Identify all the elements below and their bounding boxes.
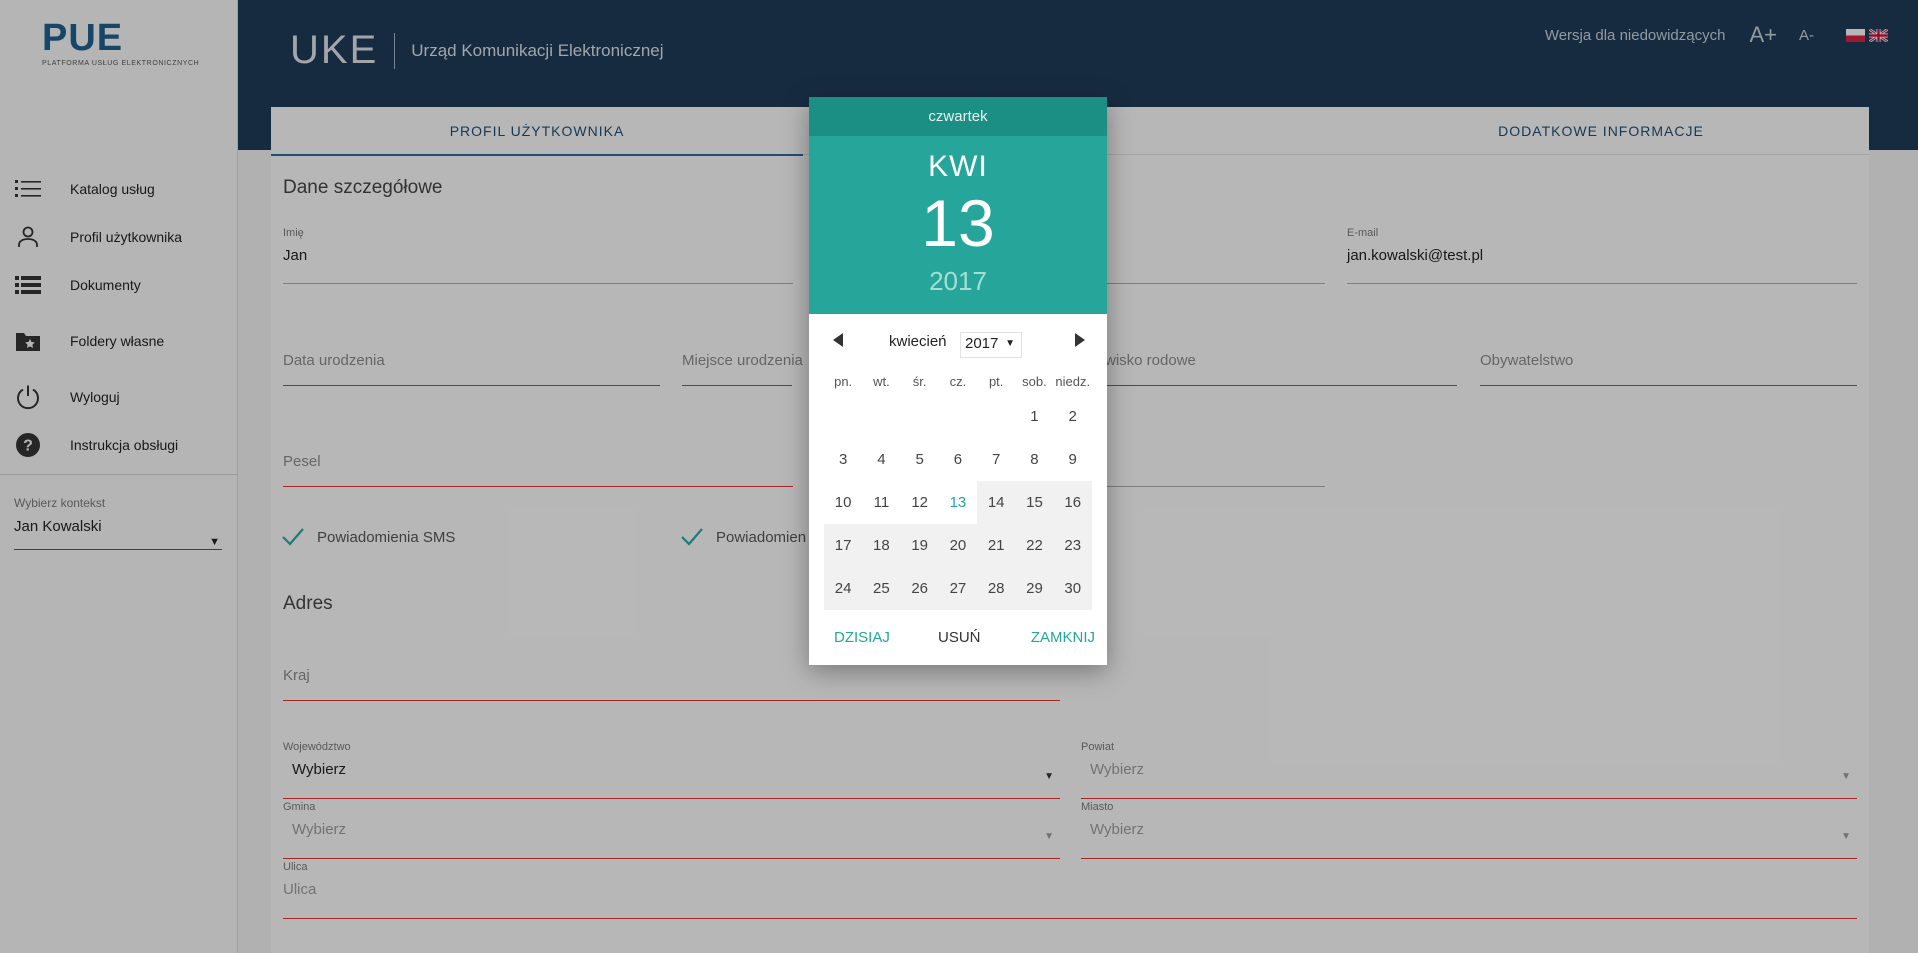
weekday-label: niedz. bbox=[1055, 373, 1091, 389]
weekday-label: śr. bbox=[912, 373, 927, 389]
picker-day-number: 13 bbox=[921, 186, 995, 260]
picker-year: 2017 bbox=[929, 266, 987, 296]
weekday-label: pt. bbox=[988, 373, 1004, 389]
picker-footer: DZISIAJ USUŃ ZAMKNIJ bbox=[809, 619, 1107, 659]
calendar-day[interactable]: 28 bbox=[977, 567, 1016, 610]
chevron-down-icon: ▼ bbox=[1005, 338, 1015, 349]
weekday-label: cz. bbox=[949, 373, 967, 389]
calendar-day[interactable]: 22 bbox=[1015, 524, 1054, 567]
calendar-empty-cell bbox=[977, 395, 1015, 438]
calendar-day[interactable]: 5 bbox=[901, 438, 939, 481]
clear-button[interactable]: USUŃ bbox=[938, 629, 981, 646]
calendar-day[interactable]: 26 bbox=[900, 567, 939, 610]
next-month-icon[interactable] bbox=[1069, 330, 1089, 350]
calendar-day[interactable]: 7 bbox=[977, 438, 1015, 481]
calendar-week-row: 12 bbox=[824, 395, 1092, 438]
calendar-day[interactable]: 1 bbox=[1015, 395, 1053, 438]
weekday-label: sob. bbox=[1022, 373, 1047, 389]
calendar-week-row: 24 25 26 27 28 29 30 bbox=[824, 567, 1092, 610]
date-picker: czwartek KWI 13 2017 kwiecień 2017 ▼ pn.… bbox=[809, 97, 1107, 665]
calendar-day[interactable]: 23 bbox=[1053, 524, 1092, 567]
calendar-day[interactable]: 29 bbox=[1015, 567, 1054, 610]
picker-month-name: kwiecień bbox=[889, 333, 947, 350]
picker-year-value: 2017 bbox=[965, 335, 999, 352]
calendar-day[interactable]: 14 bbox=[977, 481, 1016, 524]
calendar-day[interactable]: 6 bbox=[939, 438, 977, 481]
calendar-day[interactable]: 11 bbox=[862, 481, 900, 524]
calendar-day[interactable]: 27 bbox=[938, 567, 978, 610]
calendar-day[interactable]: 4 bbox=[862, 438, 900, 481]
calendar-day[interactable]: 3 bbox=[824, 438, 862, 481]
calendar-week-row: 3456789 bbox=[824, 438, 1092, 481]
previous-month-icon[interactable] bbox=[829, 330, 849, 350]
calendar-day[interactable]: 10 bbox=[824, 481, 862, 524]
calendar-empty-cell bbox=[862, 395, 900, 438]
picker-month-short: KWI bbox=[928, 150, 988, 183]
calendar-day[interactable]: 12 bbox=[901, 481, 939, 524]
calendar-day[interactable]: 30 bbox=[1053, 567, 1092, 610]
calendar-day[interactable]: 19 bbox=[900, 524, 939, 567]
calendar-day[interactable]: 21 bbox=[977, 524, 1016, 567]
calendar-week-row: 10 11 12 13 14 15 16 bbox=[824, 481, 1092, 524]
calendar-day[interactable]: 13 bbox=[939, 481, 977, 524]
calendar-day[interactable]: 17 bbox=[824, 524, 863, 567]
calendar-day[interactable]: 8 bbox=[1015, 438, 1053, 481]
calendar-day[interactable]: 25 bbox=[862, 567, 901, 610]
calendar-day[interactable]: 24 bbox=[824, 567, 863, 610]
calendar-day[interactable]: 16 bbox=[1053, 481, 1092, 524]
calendar-empty-cell bbox=[824, 395, 862, 438]
calendar-empty-cell bbox=[901, 395, 939, 438]
picker-year-select[interactable]: 2017 ▼ bbox=[960, 332, 1022, 358]
calendar-day[interactable]: 18 bbox=[862, 524, 901, 567]
calendar-day[interactable]: 20 bbox=[938, 524, 978, 567]
calendar-empty-cell bbox=[939, 395, 977, 438]
picker-weekday: czwartek bbox=[809, 97, 1107, 136]
today-button[interactable]: DZISIAJ bbox=[834, 629, 890, 646]
picker-nav: kwiecień 2017 ▼ bbox=[809, 314, 1107, 370]
calendar-day[interactable]: 15 bbox=[1015, 481, 1054, 524]
calendar-day[interactable]: 2 bbox=[1054, 395, 1092, 438]
weekday-label: pn. bbox=[834, 373, 853, 389]
weekday-label: wt. bbox=[873, 373, 890, 389]
calendar-week-row: 17 18 19 20 21 22 23 bbox=[824, 524, 1092, 567]
close-button[interactable]: ZAMKNIJ bbox=[1031, 629, 1095, 646]
calendar-grid: pn. wt. śr. cz. pt. sob. niedz. 1 2 3 4 5 6 7 8 9 10 11 12… bbox=[824, 367, 1092, 610]
picker-header: KWI 13 2017 bbox=[809, 136, 1107, 314]
weekday-header-row: pn. wt. śr. cz. pt. sob. niedz. bbox=[824, 367, 1092, 395]
calendar-day[interactable]: 9 bbox=[1054, 438, 1092, 481]
